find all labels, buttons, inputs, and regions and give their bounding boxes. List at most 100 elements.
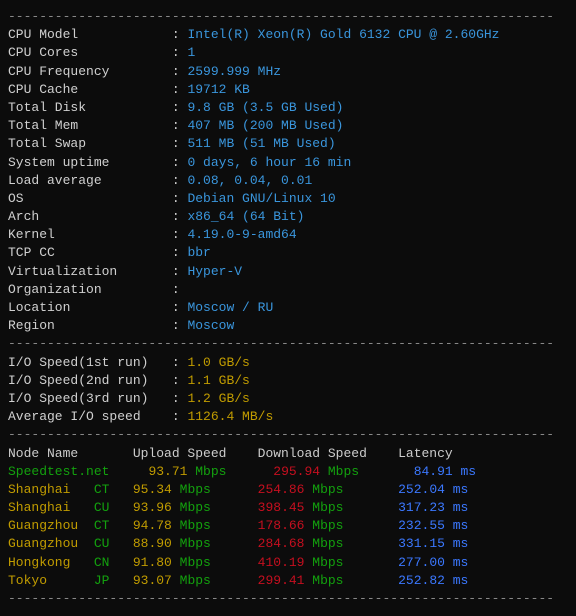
sysinfo-label: Region bbox=[8, 318, 172, 333]
colon: : bbox=[172, 173, 188, 188]
sysinfo-value: 9.8 GB (3.5 GB Used) bbox=[187, 100, 343, 115]
download-unit: Mbps bbox=[312, 573, 398, 588]
upload-value: 95.34 bbox=[133, 482, 180, 497]
speed-node: Hongkong bbox=[8, 555, 94, 570]
speed-header-row: Node Name Upload Speed Download Speed La… bbox=[8, 445, 568, 463]
speed-node: Shanghai bbox=[8, 482, 94, 497]
download-value: 254.86 bbox=[258, 482, 313, 497]
sysinfo-label: Total Disk bbox=[8, 100, 172, 115]
io-row: I/O Speed(2nd run) : 1.1 GB/s bbox=[8, 372, 568, 390]
upload-value: 91.80 bbox=[133, 555, 180, 570]
download-value: 410.19 bbox=[258, 555, 313, 570]
sysinfo-value: 511 MB (51 MB Used) bbox=[187, 136, 335, 151]
colon: : bbox=[172, 45, 188, 60]
sysinfo-value: Moscow / RU bbox=[187, 300, 273, 315]
upload-unit: Mbps bbox=[180, 518, 258, 533]
download-value: 398.45 bbox=[258, 500, 313, 515]
io-speed-block: I/O Speed(1st run) : 1.0 GB/sI/O Speed(2… bbox=[8, 354, 568, 427]
sysinfo-label: Load average bbox=[8, 173, 172, 188]
speed-node: Guangzhou bbox=[8, 536, 94, 551]
download-value: 284.68 bbox=[258, 536, 313, 551]
sysinfo-row: Location : Moscow / RU bbox=[8, 299, 568, 317]
sysinfo-row: CPU Cache : 19712 KB bbox=[8, 81, 568, 99]
sysinfo-row: CPU Frequency : 2599.999 MHz bbox=[8, 63, 568, 81]
divider-mid2: ----------------------------------------… bbox=[8, 426, 568, 444]
sysinfo-row: Total Mem : 407 MB (200 MB Used) bbox=[8, 117, 568, 135]
speed-tag: CU bbox=[94, 536, 133, 551]
latency-value: 252.82 ms bbox=[398, 573, 468, 588]
upload-value: 93.71 bbox=[148, 464, 195, 479]
divider-top: ----------------------------------------… bbox=[8, 8, 568, 26]
download-unit: Mbps bbox=[312, 482, 398, 497]
colon: : bbox=[172, 245, 188, 260]
sysinfo-label: Total Mem bbox=[8, 118, 172, 133]
sysinfo-value: 19712 KB bbox=[187, 82, 249, 97]
colon: : bbox=[172, 100, 188, 115]
download-value: 295.94 bbox=[273, 464, 328, 479]
download-value: 299.41 bbox=[258, 573, 313, 588]
system-info-block: CPU Model : Intel(R) Xeon(R) Gold 6132 C… bbox=[8, 26, 568, 335]
colon: : bbox=[172, 373, 188, 388]
io-label: Average I/O speed bbox=[8, 409, 172, 424]
speed-tag: CN bbox=[94, 555, 133, 570]
latency-value: 84.91 ms bbox=[414, 464, 476, 479]
colon: : bbox=[172, 191, 188, 206]
io-row: I/O Speed(3rd run) : 1.2 GB/s bbox=[8, 390, 568, 408]
sysinfo-row: CPU Model : Intel(R) Xeon(R) Gold 6132 C… bbox=[8, 26, 568, 44]
sysinfo-value: Moscow bbox=[187, 318, 234, 333]
download-unit: Mbps bbox=[312, 500, 398, 515]
divider-mid1: ----------------------------------------… bbox=[8, 335, 568, 353]
sysinfo-row: Kernel : 4.19.0-9-amd64 bbox=[8, 226, 568, 244]
colon: : bbox=[172, 391, 188, 406]
sysinfo-label: Arch bbox=[8, 209, 172, 224]
latency-value: 277.00 ms bbox=[398, 555, 468, 570]
io-row: Average I/O speed : 1126.4 MB/s bbox=[8, 408, 568, 426]
colon: : bbox=[172, 318, 188, 333]
upload-unit: Mbps bbox=[180, 555, 258, 570]
speed-row: Tokyo JP 93.07 Mbps 299.41 Mbps 252.82 m… bbox=[8, 572, 568, 590]
speedtest-block: Node Name Upload Speed Download Speed La… bbox=[8, 445, 568, 591]
download-unit: Mbps bbox=[328, 464, 414, 479]
speed-row: Shanghai CU 93.96 Mbps 398.45 Mbps 317.2… bbox=[8, 499, 568, 517]
sysinfo-label: System uptime bbox=[8, 155, 172, 170]
download-unit: Mbps bbox=[312, 555, 398, 570]
sysinfo-row: CPU Cores : 1 bbox=[8, 44, 568, 62]
sysinfo-row: Arch : x86_64 (64 Bit) bbox=[8, 208, 568, 226]
speed-tag bbox=[109, 464, 148, 479]
io-value: 1.2 GB/s bbox=[187, 391, 249, 406]
colon: : bbox=[172, 264, 188, 279]
io-value: 1.1 GB/s bbox=[187, 373, 249, 388]
sysinfo-row: TCP CC : bbr bbox=[8, 244, 568, 262]
speed-row: Guangzhou CU 88.90 Mbps 284.68 Mbps 331.… bbox=[8, 535, 568, 553]
speed-tag: CU bbox=[94, 500, 133, 515]
col-upload: Upload Speed bbox=[133, 446, 258, 461]
sysinfo-value: 2599.999 MHz bbox=[187, 64, 281, 79]
upload-value: 93.96 bbox=[133, 500, 180, 515]
sysinfo-label: Virtualization bbox=[8, 264, 172, 279]
download-unit: Mbps bbox=[312, 518, 398, 533]
speed-row: Speedtest.net 93.71 Mbps 295.94 Mbps 84.… bbox=[8, 463, 568, 481]
io-label: I/O Speed(1st run) bbox=[8, 355, 172, 370]
colon: : bbox=[172, 155, 188, 170]
colon: : bbox=[172, 300, 188, 315]
sysinfo-row: Region : Moscow bbox=[8, 317, 568, 335]
colon: : bbox=[172, 282, 188, 297]
speed-tag: JP bbox=[94, 573, 133, 588]
speed-tag: CT bbox=[94, 482, 133, 497]
upload-value: 93.07 bbox=[133, 573, 180, 588]
sysinfo-value: 407 MB (200 MB Used) bbox=[187, 118, 343, 133]
sysinfo-value: 4.19.0-9-amd64 bbox=[187, 227, 296, 242]
colon: : bbox=[172, 64, 188, 79]
speed-row: Shanghai CT 95.34 Mbps 254.86 Mbps 252.0… bbox=[8, 481, 568, 499]
sysinfo-label: OS bbox=[8, 191, 172, 206]
upload-unit: Mbps bbox=[180, 536, 258, 551]
sysinfo-value: 1 bbox=[187, 45, 195, 60]
sysinfo-row: Load average : 0.08, 0.04, 0.01 bbox=[8, 172, 568, 190]
download-value: 178.66 bbox=[258, 518, 313, 533]
sysinfo-row: OS : Debian GNU/Linux 10 bbox=[8, 190, 568, 208]
divider-bottom: ----------------------------------------… bbox=[8, 590, 568, 608]
sysinfo-label: CPU Frequency bbox=[8, 64, 172, 79]
latency-value: 317.23 ms bbox=[398, 500, 468, 515]
speed-row: Guangzhou CT 94.78 Mbps 178.66 Mbps 232.… bbox=[8, 517, 568, 535]
upload-unit: Mbps bbox=[180, 500, 258, 515]
